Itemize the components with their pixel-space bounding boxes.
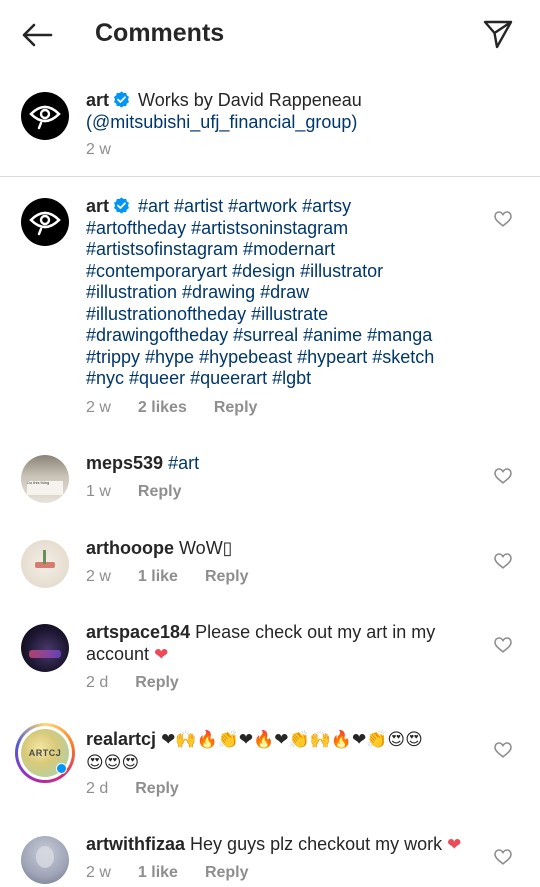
heart-outline-icon	[494, 849, 512, 865]
comment-text: artspace184 Please check out my art in m…	[86, 622, 474, 666]
avatar[interactable]	[21, 198, 69, 246]
hashtag-link[interactable]: #illustrationoftheday #illustrate	[86, 304, 328, 324]
arrow-left-icon	[22, 23, 53, 47]
likes-count[interactable]: 2 likes	[138, 399, 187, 417]
page-title: Comments	[95, 19, 225, 47]
comment-meta: 2 d Reply	[86, 674, 179, 692]
like-button[interactable]	[492, 634, 514, 656]
hashtag-link[interactable]: #artoftheday #artistsoninstagram	[86, 218, 348, 238]
hashtag-link[interactable]: #nyc #queer #queerart #lgbt	[86, 368, 311, 388]
reply-button[interactable]: Reply	[135, 674, 179, 692]
like-button[interactable]	[492, 465, 514, 487]
avatar-art	[29, 650, 61, 658]
comment-body: Hey guys plz checkout my work	[190, 834, 443, 854]
story-badge	[56, 763, 67, 774]
hashtag-link[interactable]: #trippy #hype #hypebeast #hypeart #sketc…	[86, 347, 434, 367]
emoji-row: ❤🙌🔥👏❤🔥❤👏🙌🔥❤👏😍😍	[161, 730, 423, 750]
comment-meta: 2 w 1 like Reply	[86, 568, 249, 586]
timestamp: 1 w	[86, 483, 111, 500]
likes-count[interactable]: 1 like	[138, 864, 178, 882]
share-button[interactable]	[480, 16, 516, 52]
header: Comments	[0, 0, 540, 70]
timestamp: 2 w	[86, 864, 111, 881]
comment-text: artwithfizaa Hey guys plz checkout my wo…	[86, 834, 486, 857]
hashtag-link[interactable]: #illustration #drawing #draw	[86, 282, 309, 302]
emoji-row: 😍😍😍	[86, 752, 140, 773]
avatar[interactable]	[21, 836, 69, 884]
username[interactable]: art	[86, 90, 109, 110]
caption-body: Works by David Rappeneau	[138, 90, 362, 110]
timestamp: 2 w	[86, 399, 111, 416]
heart-outline-icon	[494, 637, 512, 653]
timestamp: 2 d	[86, 674, 109, 691]
like-button[interactable]	[492, 208, 514, 230]
avatar[interactable]	[21, 92, 69, 140]
username[interactable]: meps539	[86, 453, 163, 473]
divider	[0, 176, 540, 177]
hashtag-link[interactable]: #drawingoftheday #surreal #anime #manga	[86, 325, 432, 345]
heart-outline-icon	[494, 553, 512, 569]
red-heart-emoji: ❤	[447, 835, 462, 855]
mention-link[interactable]: (@mitsubishi_ufj_financial_group)	[86, 112, 357, 132]
avatar-art	[43, 550, 46, 564]
avatar[interactable]	[21, 540, 69, 588]
comment-text: realartcj ❤🙌🔥👏❤🔥❤👏🙌🔥❤👏😍😍 😍😍😍	[86, 729, 476, 774]
story-ring[interactable]: ARTCJ	[15, 723, 75, 783]
username[interactable]: art	[86, 196, 109, 216]
avatar[interactable]	[21, 624, 69, 672]
timestamp: 2 w	[86, 141, 111, 158]
heart-outline-icon	[494, 742, 512, 758]
like-button[interactable]	[492, 739, 514, 761]
hashtag-link[interactable]: #art #artist #artwork #artsy	[138, 196, 351, 216]
caption-meta: 2 w	[86, 141, 111, 159]
comment-body: Please check out my art in my	[195, 622, 436, 642]
username[interactable]: arthooope	[86, 538, 174, 558]
back-button[interactable]	[18, 18, 56, 52]
comment-meta: 2 d Reply	[86, 780, 179, 798]
heart-outline-icon	[494, 211, 512, 227]
likes-count[interactable]: 1 like	[138, 568, 178, 586]
hashtag-link[interactable]: #art	[168, 453, 199, 473]
hashtag-link[interactable]: #contemporaryart #design #illustrator	[86, 261, 383, 281]
avatar-caption: Do this thing	[27, 481, 63, 495]
username[interactable]: artwithfizaa	[86, 834, 185, 854]
avatar[interactable]: Do this thing	[21, 455, 69, 503]
avatar-logo-text: ARTCJ	[28, 748, 62, 758]
timestamp: 2 d	[86, 780, 109, 797]
username[interactable]: artspace184	[86, 622, 190, 642]
comment-body-cont: account	[86, 643, 150, 664]
eye-logo-icon	[29, 211, 61, 236]
eye-logo-icon	[29, 105, 61, 130]
username[interactable]: realartcj	[86, 729, 156, 749]
reply-button[interactable]: Reply	[205, 568, 249, 586]
verified-badge-icon	[114, 197, 130, 214]
heart-outline-icon	[494, 468, 512, 484]
comment-meta: 2 w 1 like Reply	[86, 864, 249, 882]
red-heart-emoji: ❤	[154, 644, 169, 665]
comment-meta: 1 w Reply	[86, 483, 181, 501]
comment-text: arthooope WoW▯	[86, 538, 474, 560]
verified-badge-icon	[114, 91, 130, 108]
paper-plane-icon	[483, 20, 513, 49]
timestamp: 2 w	[86, 568, 111, 585]
hashtag-link[interactable]: #artistsofinstagram #modernart	[86, 239, 335, 259]
reply-button[interactable]: Reply	[135, 780, 179, 798]
like-button[interactable]	[492, 846, 514, 868]
reply-button[interactable]: Reply	[205, 864, 249, 882]
comment-text: meps539 #art	[86, 453, 474, 475]
like-button[interactable]	[492, 550, 514, 572]
comment-body: WoW▯	[179, 538, 233, 558]
comment-meta: 2 w 2 likes Reply	[86, 399, 257, 417]
comment-text: art #art #artist #artwork #artsy #artoft…	[86, 196, 474, 390]
caption-text: art Works by David Rappeneau (@mitsubish…	[86, 90, 474, 133]
avatar-art	[36, 846, 54, 868]
reply-button[interactable]: Reply	[214, 399, 258, 417]
reply-button[interactable]: Reply	[138, 483, 182, 501]
